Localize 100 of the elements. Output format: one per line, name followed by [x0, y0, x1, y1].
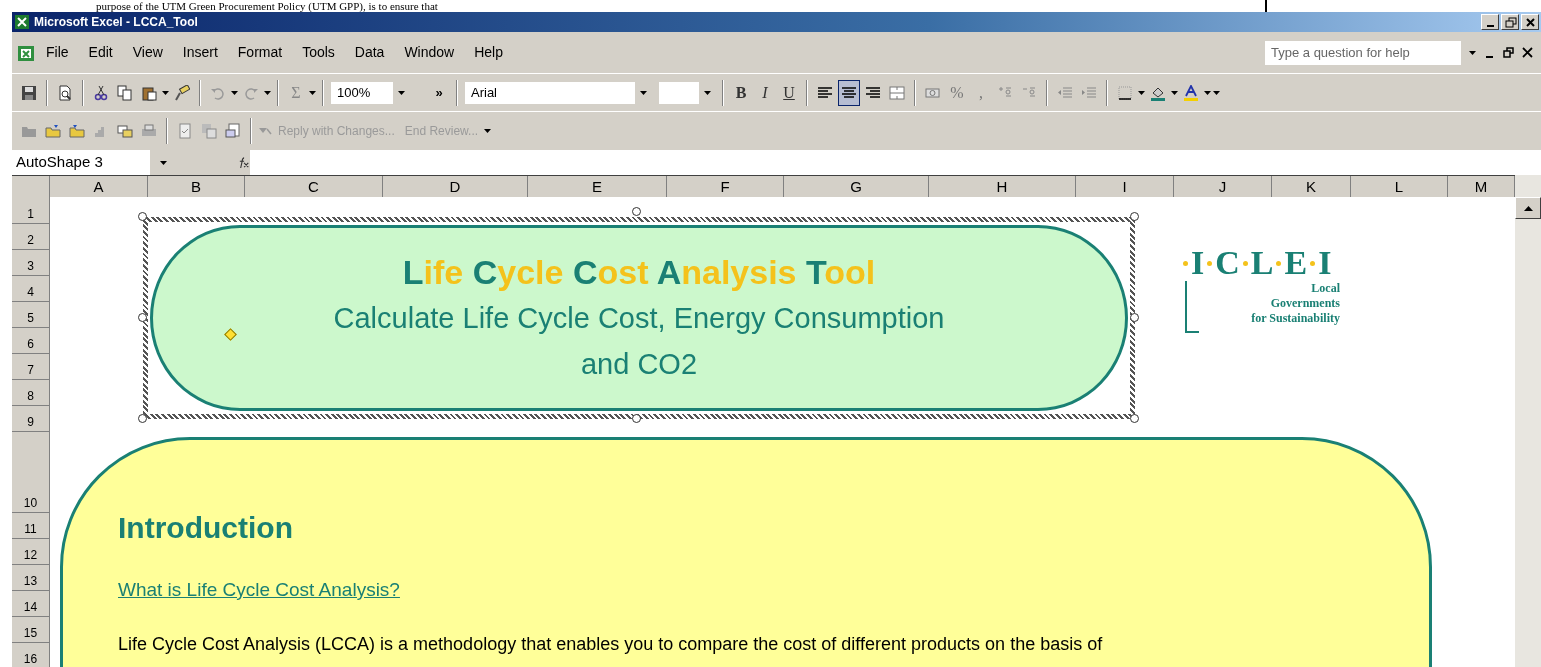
row-header[interactable]: 3 — [12, 250, 50, 276]
caret-icon[interactable] — [397, 90, 405, 95]
menu-item[interactable]: Help — [464, 40, 513, 65]
print-preview-icon — [57, 84, 73, 101]
font-dropdown[interactable]: Arial — [464, 80, 652, 105]
column-header[interactable]: L — [1351, 176, 1448, 197]
intro-heading: Introduction — [118, 510, 294, 546]
close-button[interactable] — [1521, 14, 1539, 30]
intro-link[interactable]: What is Life Cycle Cost Analysis? — [118, 576, 400, 605]
cut-icon — [93, 84, 109, 101]
help-search-field[interactable]: Type a question for help — [1265, 40, 1461, 65]
shape-title: Life Cycle Cost Analysis Tool — [402, 252, 876, 293]
logo-bracket — [1185, 281, 1199, 333]
save-icon — [21, 84, 37, 101]
shape-subtitle: Calculate Life Cycle Cost, Energy Consumption and CO2 — [332, 301, 946, 382]
column-header[interactable]: F — [667, 176, 784, 197]
increase-indent-icon — [1081, 84, 1097, 101]
close-icon[interactable] — [1522, 47, 1533, 58]
menu-item[interactable]: Edit — [78, 40, 123, 65]
row-header[interactable]: 5 — [12, 302, 50, 328]
zoom-dropdown[interactable]: 100% — [330, 80, 410, 105]
logo-tagline: Local — [1310, 281, 1340, 296]
resize-handle[interactable] — [632, 207, 641, 216]
logo-wordmark: I C L E I — [1180, 245, 1350, 281]
column-header[interactable]: C — [245, 176, 383, 197]
spreadsheet-icon — [14, 14, 30, 30]
align-left-icon — [817, 84, 833, 101]
resize-handle[interactable] — [1130, 414, 1139, 423]
caret-icon[interactable] — [309, 90, 316, 95]
caret-icon[interactable] — [162, 90, 169, 95]
row-header[interactable]: 7 — [12, 354, 50, 380]
column-header[interactable]: E — [528, 176, 667, 197]
paste-icon — [141, 84, 157, 101]
document-text: purpose of the UTM Green Procurement Policy (UTM GPP), is to ensure that — [96, 0, 438, 12]
menu-item[interactable]: Tools — [292, 40, 345, 65]
underline-button[interactable]: U — [778, 79, 800, 106]
row-header[interactable]: 10 — [12, 432, 50, 513]
logo-tagline: for Sustainability — [1250, 311, 1340, 326]
menu-item[interactable]: File — [36, 40, 79, 65]
decrease-indent-icon — [1057, 84, 1073, 101]
minimize-button[interactable] — [1481, 14, 1499, 30]
align-center-button[interactable] — [838, 79, 860, 106]
menu-item[interactable]: Insert — [172, 40, 228, 65]
caret-icon[interactable] — [1469, 50, 1476, 55]
row-header[interactable]: 8 — [12, 380, 50, 406]
row-header[interactable]: 4 — [12, 276, 50, 302]
row-header[interactable]: 1 — [12, 197, 50, 224]
column-header[interactable]: I — [1076, 176, 1174, 197]
column-header[interactable]: G — [784, 176, 929, 197]
restore-icon[interactable] — [1503, 47, 1514, 58]
windows-icon — [117, 122, 133, 139]
resize-handle[interactable] — [138, 313, 147, 322]
logo-tagline: Governments — [1269, 296, 1340, 311]
caret-icon[interactable] — [1171, 90, 1178, 95]
resize-handle[interactable] — [1130, 212, 1139, 221]
row-header[interactable]: 16 — [12, 643, 50, 667]
caret-icon[interactable] — [264, 90, 271, 95]
restore-button[interactable] — [1501, 14, 1519, 30]
italic-button[interactable]: I — [754, 79, 776, 106]
printer-icon — [141, 122, 157, 139]
resize-handle[interactable] — [138, 212, 147, 221]
row-header[interactable]: 2 — [12, 224, 50, 250]
column-header[interactable]: J — [1174, 176, 1272, 197]
row-header[interactable]: 6 — [12, 328, 50, 354]
resize-handle[interactable] — [138, 414, 147, 423]
resize-handle[interactable] — [1130, 313, 1139, 322]
column-header[interactable]: H — [929, 176, 1076, 197]
caret-icon[interactable] — [703, 90, 711, 95]
vertical-scrollbar[interactable] — [1515, 175, 1541, 667]
more-buttons-button[interactable]: » — [428, 79, 450, 106]
row-header[interactable]: 11 — [12, 513, 50, 539]
bold-button[interactable]: B — [730, 79, 752, 106]
format-painter-icon — [174, 84, 190, 101]
column-header[interactable]: D — [383, 176, 528, 197]
menu-item[interactable]: Window — [394, 40, 465, 65]
column-header[interactable]: K — [1272, 176, 1351, 197]
row-header[interactable]: 12 — [12, 539, 50, 565]
window-title: Microsoft Excel - LCCA_Tool — [33, 14, 199, 31]
caret-icon[interactable] — [639, 90, 647, 95]
scroll-up-button[interactable] — [1515, 197, 1541, 219]
row-header[interactable]: 9 — [12, 406, 50, 432]
restore-icon — [1503, 15, 1517, 29]
row-header[interactable]: 13 — [12, 565, 50, 591]
menu-item[interactable]: Format — [227, 40, 293, 65]
menu-item[interactable]: View — [122, 40, 173, 65]
caret-icon[interactable] — [231, 90, 238, 95]
column-header[interactable]: B — [148, 176, 245, 197]
borders-icon — [1117, 84, 1133, 101]
resize-handle[interactable] — [632, 414, 641, 423]
caret-icon[interactable] — [160, 160, 167, 165]
row-header[interactable]: 14 — [12, 591, 50, 617]
title-shape[interactable]: Life Cycle Cost Analysis Tool Calculate Life Cycle Cost, Energy Consumption and CO2 — [150, 225, 1128, 411]
mail-document-icon — [225, 122, 241, 139]
document-grid-icon — [201, 122, 217, 139]
column-header[interactable]: A — [50, 176, 148, 197]
function-icon[interactable] — [239, 155, 250, 170]
caret-icon[interactable] — [484, 128, 492, 133]
caret-icon[interactable] — [1138, 90, 1145, 95]
menu-item[interactable]: Data — [344, 40, 395, 65]
row-header[interactable]: 15 — [12, 617, 50, 643]
